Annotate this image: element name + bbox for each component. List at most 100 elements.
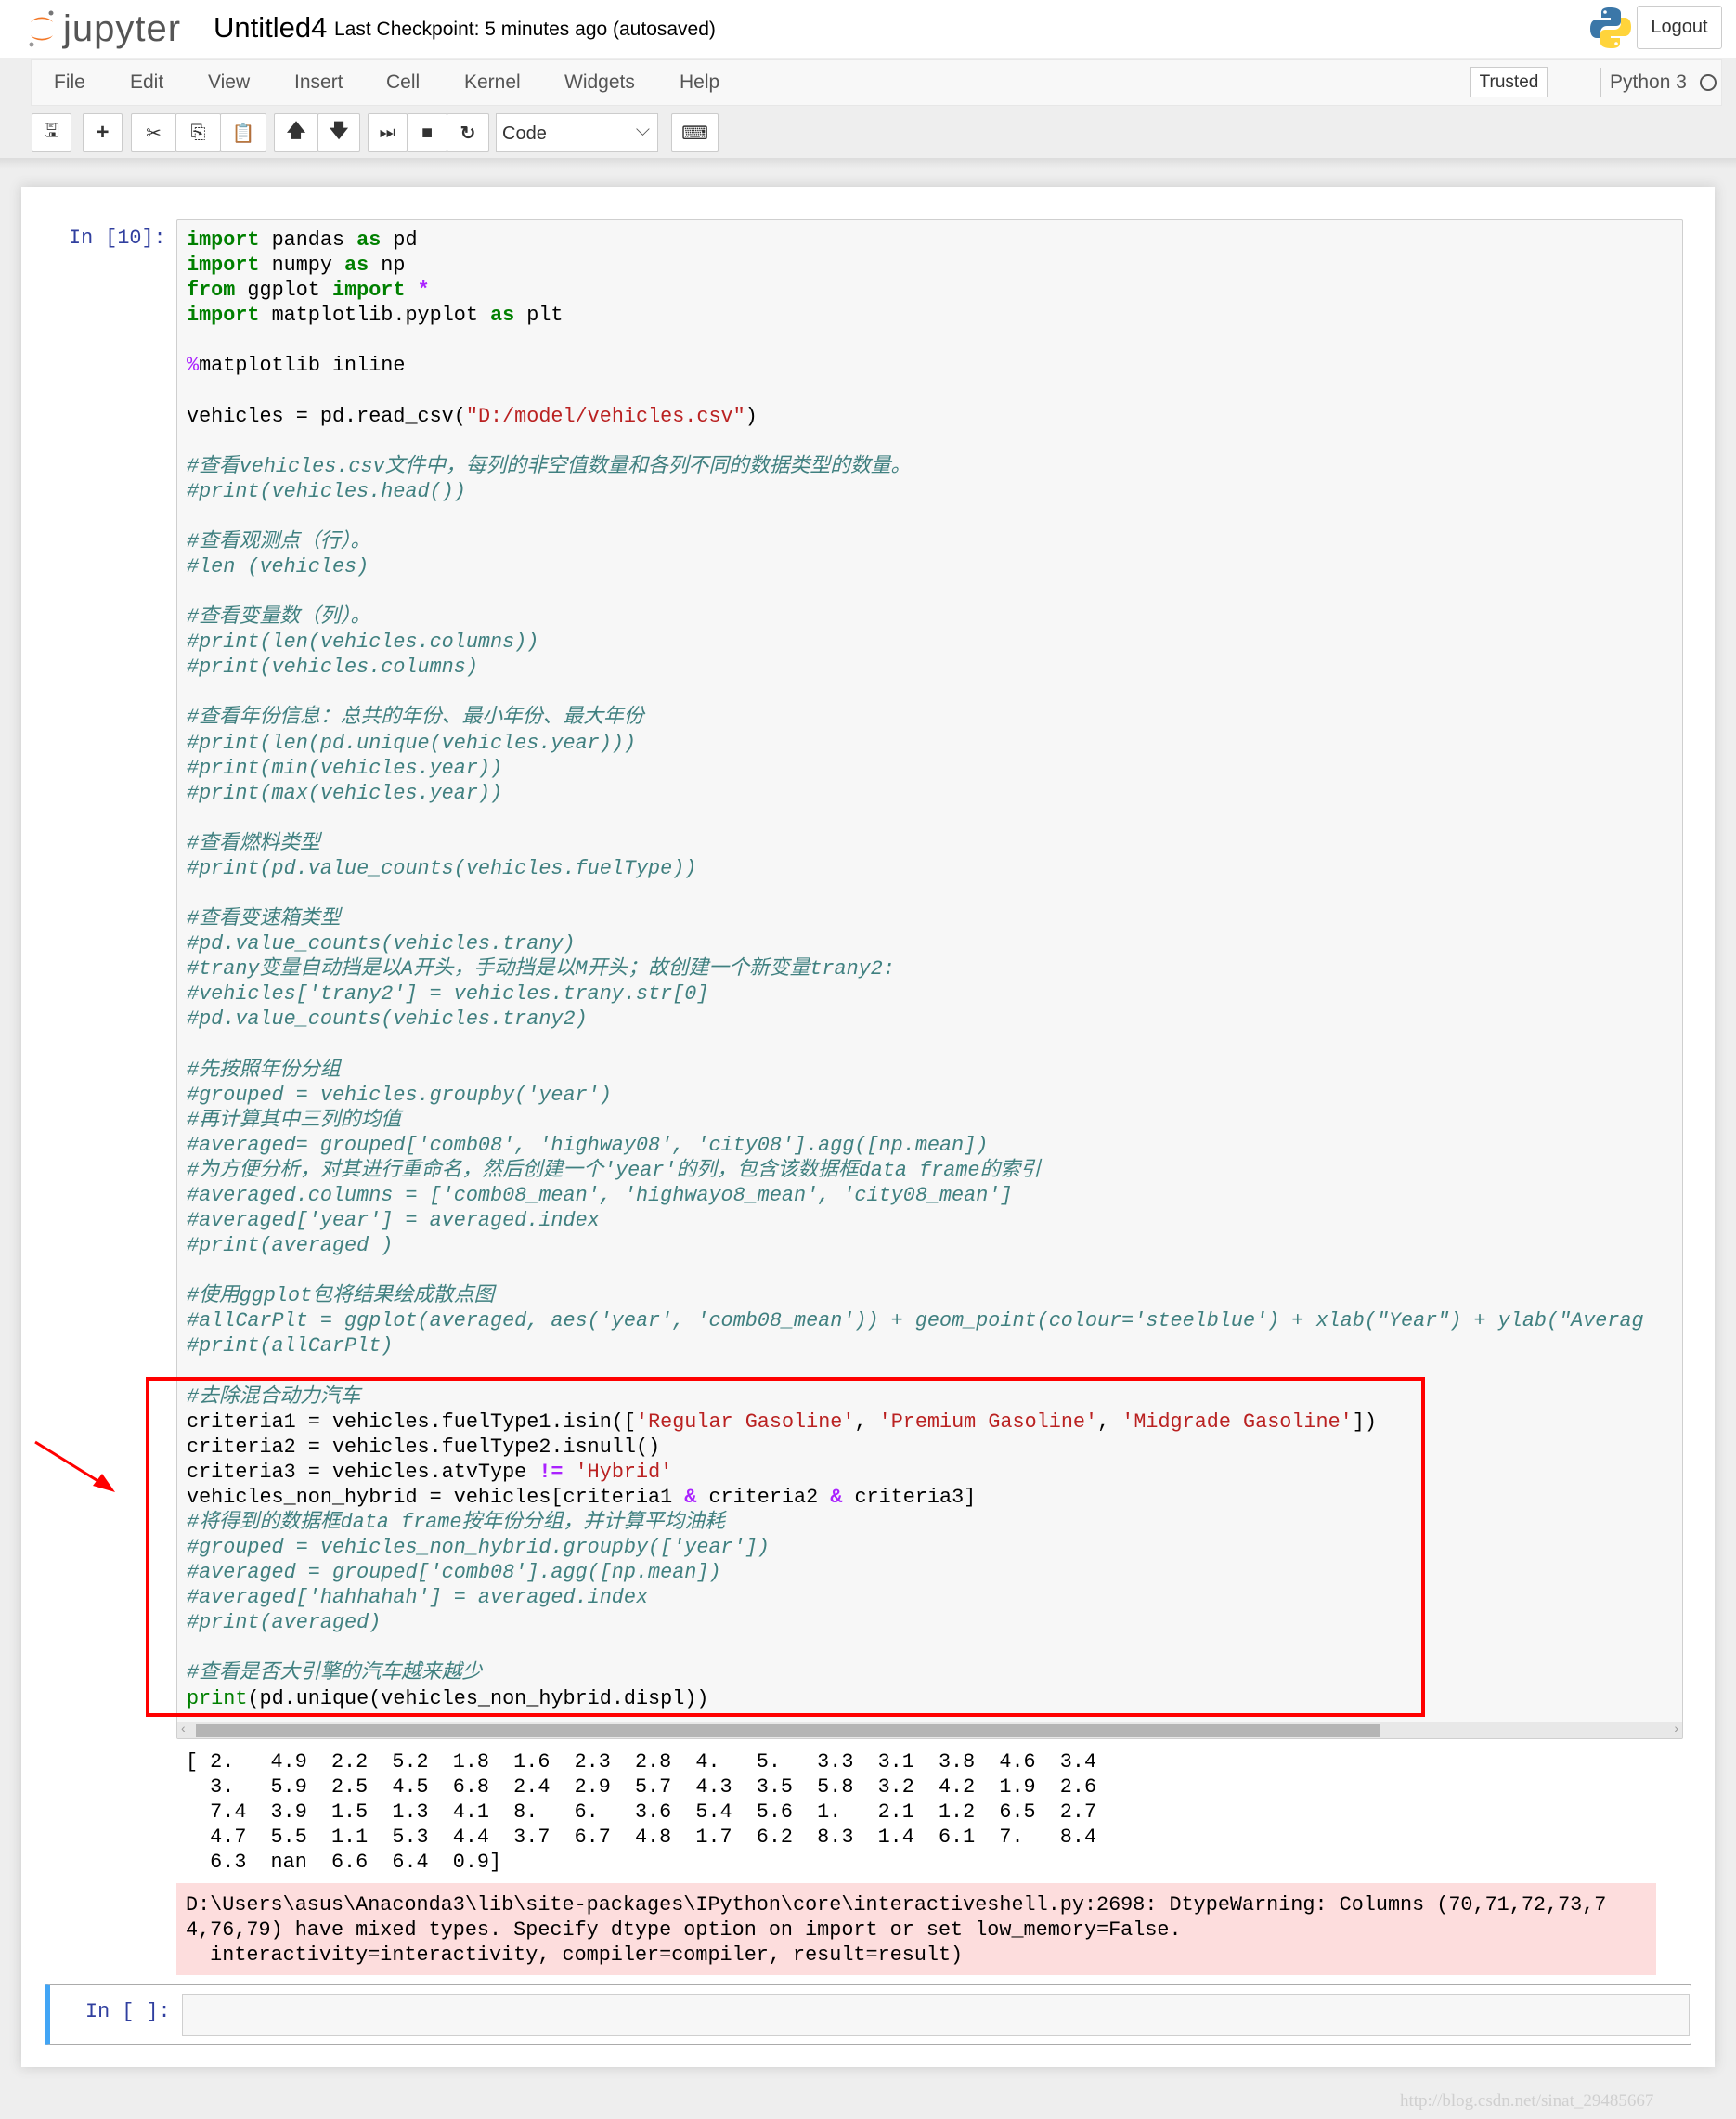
code-token: import: [331, 279, 406, 303]
code-token: import: [187, 254, 260, 278]
logout-button[interactable]: Logout: [1637, 6, 1722, 49]
toolbar: 🖫 + ✂ ⎘ 📋 🡅 🡇 ⏭ ■ ↻ Code ⌵ ⌨: [0, 113, 1736, 152]
code-token: #print(averaged ): [187, 1234, 394, 1258]
output-line: 3. 5.9 2.5 4.5 6.8 2.4 2.9 5.7 4.3 3.5 5…: [186, 1775, 1097, 1800]
run-button[interactable]: ⏭: [368, 113, 408, 152]
horizontal-scrollbar[interactable]: ‹ ›: [177, 1721, 1682, 1738]
copy-button[interactable]: ⎘: [175, 113, 221, 152]
code-line: #查看vehicles.csv文件中，每列的非空值数量和各列不同的数据类型的数量…: [187, 454, 1644, 479]
logo-text: jupyter: [63, 7, 182, 49]
code-line: #再计算其中三列的均值: [187, 1108, 1644, 1133]
scroll-left-icon[interactable]: ‹: [181, 1721, 186, 1736]
notebook-title[interactable]: Untitled4: [214, 11, 327, 45]
jupyter-logo[interactable]: jupyter: [28, 6, 181, 52]
menu-cell[interactable]: Cell: [386, 72, 420, 94]
code-token: *: [417, 279, 430, 303]
code-token: #print(len(pd.unique(vehicles.year))): [187, 731, 636, 755]
cut-button[interactable]: ✂: [131, 113, 176, 152]
code-line: from ggplot import *: [187, 278, 1644, 303]
header: jupyter Untitled4 Last Checkpoint: 5 min…: [0, 0, 1736, 58]
menu-insert[interactable]: Insert: [294, 72, 343, 94]
move-up-button[interactable]: 🡅: [274, 113, 318, 152]
menu-help[interactable]: Help: [680, 72, 719, 94]
code-line: %matplotlib inline: [187, 353, 1644, 378]
code-line: #len (vehicles): [187, 554, 1644, 579]
stderr-line: D:\Users\asus\Anaconda3\lib\site-package…: [186, 1893, 1607, 1917]
code-token: plt: [514, 304, 564, 328]
code-token: #为方便分析，对其进行重命名，然后创建一个'year'的列，包含该数据框data…: [187, 1158, 1041, 1182]
code-token: #查看观测点（行）。: [187, 529, 371, 553]
menu-widgets[interactable]: Widgets: [564, 72, 635, 94]
input-prompt: In [ ]:: [85, 2000, 171, 2023]
code-token: #averaged.columns = ['comb08_mean', 'hig…: [187, 1183, 1013, 1207]
interrupt-button[interactable]: ■: [407, 113, 447, 152]
jupyter-logo-icon: [29, 10, 54, 47]
save-icon: 🖫: [43, 121, 60, 141]
code-cell-input[interactable]: [182, 1994, 1690, 2036]
menu-kernel[interactable]: Kernel: [464, 72, 521, 94]
code-token: as: [344, 254, 369, 278]
code-token: #vehicles['trany2'] = vehicles.trany.str…: [187, 982, 709, 1007]
code-token: #grouped = vehicles.groupby('year'): [187, 1083, 612, 1107]
code-line: #vehicles['trany2'] = vehicles.trany.str…: [187, 982, 1644, 1007]
command-palette-button[interactable]: ⌨: [671, 113, 719, 152]
code-token: #print(pd.value_counts(vehicles.fuelType…: [187, 856, 697, 880]
code-line: #查看年份信息：总共的年份、最小年份、最大年份: [187, 705, 1644, 730]
code-token: #print(vehicles.columns): [187, 656, 478, 680]
output-line: 6.3 nan 6.6 6.4 0.9]: [186, 1851, 502, 1875]
code-line: #使用ggplot包将结果绘成散点图: [187, 1283, 1644, 1308]
code-token: #再计算其中三列的均值: [187, 1108, 402, 1132]
code-line: #print(min(vehicles.year)): [187, 756, 1644, 781]
code-line: #查看燃料类型: [187, 831, 1644, 856]
code-token: #averaged['year'] = averaged.index: [187, 1209, 600, 1233]
code-line: #print(max(vehicles.year)): [187, 781, 1644, 806]
menu-file[interactable]: File: [54, 72, 85, 94]
code-line: #pd.value_counts(vehicles.trany): [187, 931, 1644, 956]
code-line: #先按照年份分组: [187, 1058, 1644, 1083]
code-token: import: [187, 304, 260, 328]
code-token: #print(len(vehicles.columns)): [187, 630, 539, 655]
code-line: vehicles = pd.read_csv("D:/model/vehicle…: [187, 404, 1644, 429]
code-line: import numpy as np: [187, 253, 1644, 278]
code-token: #trany变量自动挡是以A开头，手动挡是以M开头；故创建一个新变量trany2…: [187, 957, 895, 982]
code-line: #查看变速箱类型: [187, 906, 1644, 931]
code-token: #print(vehicles.head()): [187, 479, 466, 503]
keyboard-icon: ⌨: [681, 123, 708, 144]
code-token: #先按照年份分组: [187, 1058, 341, 1082]
cut-icon: ✂: [146, 123, 162, 144]
menu-view[interactable]: View: [208, 72, 250, 94]
stderr-line: 4,76,79) have mixed types. Specify dtype…: [186, 1918, 1182, 1943]
restart-button[interactable]: ↻: [447, 113, 489, 152]
code-token: numpy: [259, 254, 345, 278]
code-token: matplotlib inline: [199, 354, 406, 378]
cell-type-select[interactable]: Code ⌵: [496, 113, 658, 152]
code-line: #print(len(pd.unique(vehicles.year))): [187, 731, 1644, 756]
save-button[interactable]: 🖫: [32, 113, 71, 152]
code-token: #查看变量数（列）。: [187, 605, 371, 630]
code-line: #查看观测点（行）。: [187, 529, 1644, 554]
code-cell-selected[interactable]: In [ ]:: [45, 1984, 1691, 2045]
scroll-right-icon[interactable]: ›: [1674, 1721, 1678, 1736]
code-line: #print(averaged ): [187, 1233, 1644, 1258]
code-token: pd: [381, 228, 418, 252]
code-token: #print(allCarPlt): [187, 1334, 394, 1358]
paste-button[interactable]: 📋: [220, 113, 266, 152]
code-line: #trany变量自动挡是以A开头，手动挡是以M开头；故创建一个新变量trany2…: [187, 956, 1644, 982]
insert-cell-button[interactable]: +: [83, 113, 123, 152]
code-token: #查看vehicles.csv文件中，每列的非空值数量和各列不同的数据类型的数量…: [187, 454, 912, 478]
chevron-down-icon: ⌵: [635, 120, 650, 140]
kernel-idle-icon: [1700, 74, 1717, 91]
code-token: np: [369, 254, 406, 278]
move-down-button[interactable]: 🡇: [317, 113, 360, 152]
menu-edit[interactable]: Edit: [130, 72, 163, 94]
scrollbar-thumb[interactable]: [196, 1724, 1380, 1737]
code-token: #len (vehicles): [187, 555, 369, 579]
code-token: ggplot: [235, 279, 332, 303]
trusted-indicator[interactable]: Trusted: [1470, 67, 1548, 98]
